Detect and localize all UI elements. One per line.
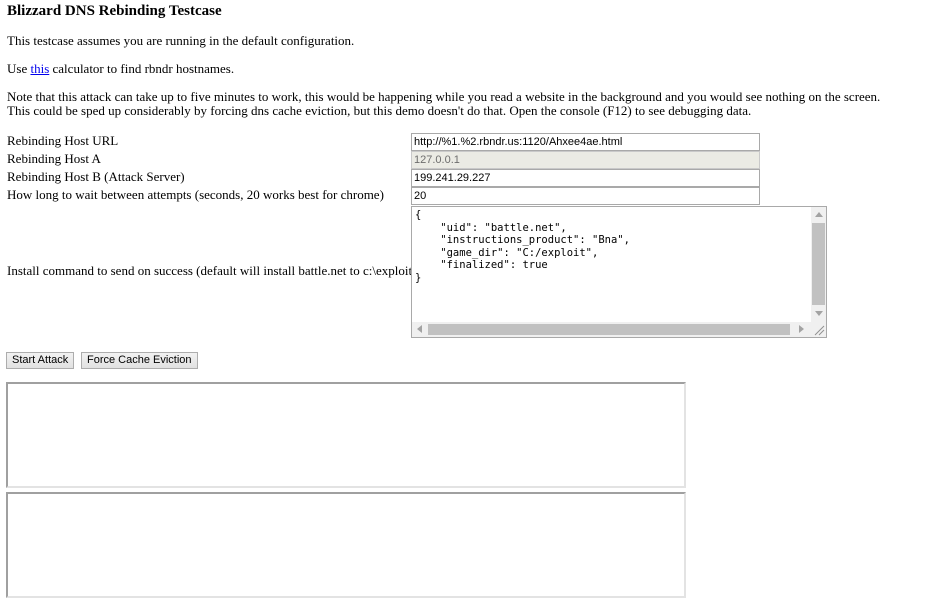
wait-input[interactable] (411, 187, 760, 205)
wait-label: How long to wait between attempts (secon… (7, 187, 384, 202)
vertical-scrollbar[interactable] (811, 207, 826, 323)
page-title: Blizzard DNS Rebinding Testcase (7, 3, 222, 19)
url-input[interactable] (411, 133, 760, 151)
vertical-scroll-thumb[interactable] (812, 223, 825, 305)
intro-text: This testcase assumes you are running in… (7, 33, 355, 48)
install-label: Install command to send on success (defa… (7, 263, 417, 278)
calculator-link[interactable]: this (30, 61, 49, 76)
force-cache-eviction-button[interactable]: Force Cache Eviction (81, 352, 198, 369)
note-line-2: This could be sped up considerably by fo… (7, 103, 752, 118)
calc-prefix: Use (7, 61, 31, 76)
scroll-left-icon[interactable] (417, 325, 422, 333)
host-a-input (411, 151, 760, 169)
horizontal-scroll-thumb[interactable] (428, 324, 790, 335)
calculator-paragraph: Use this calculator to find rbndr hostna… (7, 62, 234, 76)
output-frame-1 (6, 382, 686, 488)
host-b-input[interactable] (411, 169, 760, 187)
scroll-right-icon[interactable] (799, 325, 804, 333)
host-b-label: Rebinding Host B (Attack Server) (7, 169, 185, 184)
start-attack-button[interactable]: Start Attack (6, 352, 75, 369)
note-line-1: Note that this attack can take up to fiv… (7, 89, 881, 104)
host-a-label: Rebinding Host A (7, 151, 101, 166)
scroll-up-icon[interactable] (815, 212, 823, 217)
install-command-textarea[interactable]: { "uid": "battle.net", "instructions_pro… (411, 206, 827, 338)
install-command-text: { "uid": "battle.net", "instructions_pro… (415, 209, 630, 284)
output-frame-2 (6, 492, 686, 598)
url-label: Rebinding Host URL (7, 133, 119, 148)
resize-grip-icon[interactable] (811, 322, 826, 337)
calc-suffix: calculator to find rbndr hostnames. (49, 61, 235, 76)
horizontal-scrollbar[interactable] (412, 322, 811, 337)
scroll-down-icon[interactable] (815, 311, 823, 316)
